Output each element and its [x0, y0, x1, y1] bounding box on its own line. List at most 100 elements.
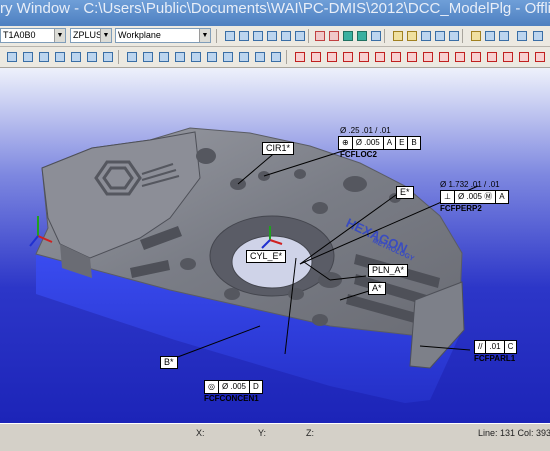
- arrow-icon[interactable]: [404, 28, 418, 43]
- feature-icon[interactable]: [388, 49, 402, 64]
- workplane-select[interactable]: Workplane ▼: [115, 28, 211, 43]
- view-cube-icon[interactable]: [222, 28, 236, 43]
- wireframe-icon[interactable]: [52, 49, 66, 64]
- wireframe-icon[interactable]: [100, 49, 114, 64]
- chevron-down-icon[interactable]: ▼: [54, 29, 65, 42]
- workplane-select-value: Workplane: [118, 30, 161, 40]
- probe-select[interactable]: T1A0B0 ▼: [0, 28, 66, 43]
- toolbar-separator: [462, 29, 463, 43]
- label-cir1[interactable]: CIR1*: [262, 142, 295, 155]
- wireframe-icon[interactable]: [36, 49, 50, 64]
- feature-icon[interactable]: [532, 49, 546, 64]
- cube-icon[interactable]: [368, 28, 382, 43]
- wireframe-icon[interactable]: [4, 49, 18, 64]
- probe-icon[interactable]: [390, 28, 404, 43]
- toolbar-row-1: T1A0B0 ▼ ZPLUS ▼ Workplane ▼: [0, 26, 550, 47]
- fcf-symbol: //: [475, 341, 487, 353]
- feature-icon[interactable]: [516, 49, 530, 64]
- boss-cylinder: [196, 148, 216, 164]
- fcf-symbol: ◎: [205, 381, 219, 393]
- measure-icon[interactable]: [514, 28, 528, 43]
- view-icon[interactable]: [204, 49, 218, 64]
- fcf-loc2[interactable]: ⊕ Ø .005 A E B: [338, 136, 421, 150]
- fcf-concen1[interactable]: ◎ Ø .005 D: [204, 380, 263, 394]
- status-bar: X: Y: Z: Line: 131 Col: 393: [0, 423, 550, 451]
- chevron-down-icon[interactable]: ▼: [199, 29, 210, 42]
- label-b[interactable]: B*: [160, 356, 178, 369]
- feature-icon[interactable]: [404, 49, 418, 64]
- measure-icon[interactable]: [496, 28, 510, 43]
- cube-icon[interactable]: [326, 28, 340, 43]
- probe-icon[interactable]: [432, 28, 446, 43]
- fcf-loc2-name: FCFLOC2: [340, 150, 377, 159]
- measure-icon[interactable]: [468, 28, 482, 43]
- wireframe-icon[interactable]: [20, 49, 34, 64]
- view-icon[interactable]: [124, 49, 138, 64]
- window-title: ry Window - C:\Users\Public\Documents\WA…: [0, 0, 550, 17]
- hole: [224, 288, 240, 300]
- feature-icon[interactable]: [468, 49, 482, 64]
- part-model[interactable]: HEXAGON METROLOGY: [0, 68, 550, 423]
- solid-cube-icon[interactable]: [354, 28, 368, 43]
- label-e[interactable]: E*: [396, 186, 414, 199]
- hole: [294, 169, 306, 179]
- view-cube-icon[interactable]: [264, 28, 278, 43]
- fcf-parl1[interactable]: // .01 C: [474, 340, 518, 354]
- view-icon[interactable]: [140, 49, 154, 64]
- view-cube-icon[interactable]: [278, 28, 292, 43]
- view-icon[interactable]: [172, 49, 186, 64]
- fcf-loc2-note: Ø .25 .01 / .01: [340, 126, 391, 135]
- label-pln-a[interactable]: PLN_A*: [368, 264, 409, 277]
- toolbar-separator: [118, 50, 119, 64]
- chevron-down-icon[interactable]: ▼: [100, 29, 111, 42]
- view-icon[interactable]: [156, 49, 170, 64]
- feature-icon[interactable]: [340, 49, 354, 64]
- view-icon[interactable]: [188, 49, 202, 64]
- measure-icon[interactable]: [446, 28, 460, 43]
- feature-icon[interactable]: [500, 49, 514, 64]
- feature-icon[interactable]: [308, 49, 322, 64]
- title-bar: ry Window - C:\Users\Public\Documents\WA…: [0, 0, 550, 26]
- feature-icon[interactable]: [452, 49, 466, 64]
- solid-cube-icon[interactable]: [340, 28, 354, 43]
- fcf-perp2[interactable]: ⊥ Ø .005 Ⓜ A: [440, 190, 509, 204]
- view-select[interactable]: ZPLUS ▼: [70, 28, 112, 43]
- feature-icon[interactable]: [356, 49, 370, 64]
- label-cyl-e[interactable]: CYL_E*: [246, 250, 287, 263]
- fcf-perp2-note: Ø 1.732 .01 / .01: [440, 180, 500, 189]
- feature-icon[interactable]: [436, 49, 450, 64]
- wireframe-icon[interactable]: [84, 49, 98, 64]
- label-a[interactable]: A*: [368, 282, 386, 295]
- probe-select-value: T1A0B0: [3, 30, 36, 40]
- view-icon[interactable]: [252, 49, 266, 64]
- wireframe-icon[interactable]: [68, 49, 82, 64]
- feature-icon[interactable]: [292, 49, 306, 64]
- probe-icon[interactable]: [418, 28, 432, 43]
- fcf-perp2-name: FCFPERP2: [440, 204, 482, 213]
- fcf-tolerance: Ø .005 Ⓜ: [455, 191, 497, 203]
- fcf-datum: A: [384, 137, 397, 149]
- view-icon[interactable]: [236, 49, 250, 64]
- feature-icon[interactable]: [324, 49, 338, 64]
- fcf-symbol: ⊕: [339, 137, 353, 149]
- feature-icon[interactable]: [420, 49, 434, 64]
- hole: [312, 202, 328, 214]
- cube-icon[interactable]: [312, 28, 326, 43]
- toolbar-separator: [384, 29, 385, 43]
- view-cube-icon[interactable]: [236, 28, 250, 43]
- toolbar-separator: [216, 29, 217, 43]
- view-cube-icon[interactable]: [292, 28, 306, 43]
- fcf-datum: D: [253, 382, 259, 391]
- fcf-datum: A: [499, 192, 505, 201]
- graphics-view[interactable]: HEXAGON METROLOGY CIR1* E* CYL_E* PLN_A*…: [0, 68, 550, 423]
- fcf-tolerance: Ø .005: [219, 381, 250, 393]
- measure-icon[interactable]: [482, 28, 496, 43]
- view-icon[interactable]: [220, 49, 234, 64]
- status-line-col: Line: 131 Col: 393: [478, 428, 550, 438]
- toolbar-row-2: [0, 47, 550, 68]
- measure-icon[interactable]: [530, 28, 544, 43]
- view-cube-icon[interactable]: [250, 28, 264, 43]
- feature-icon[interactable]: [484, 49, 498, 64]
- feature-icon[interactable]: [372, 49, 386, 64]
- view-icon[interactable]: [268, 49, 282, 64]
